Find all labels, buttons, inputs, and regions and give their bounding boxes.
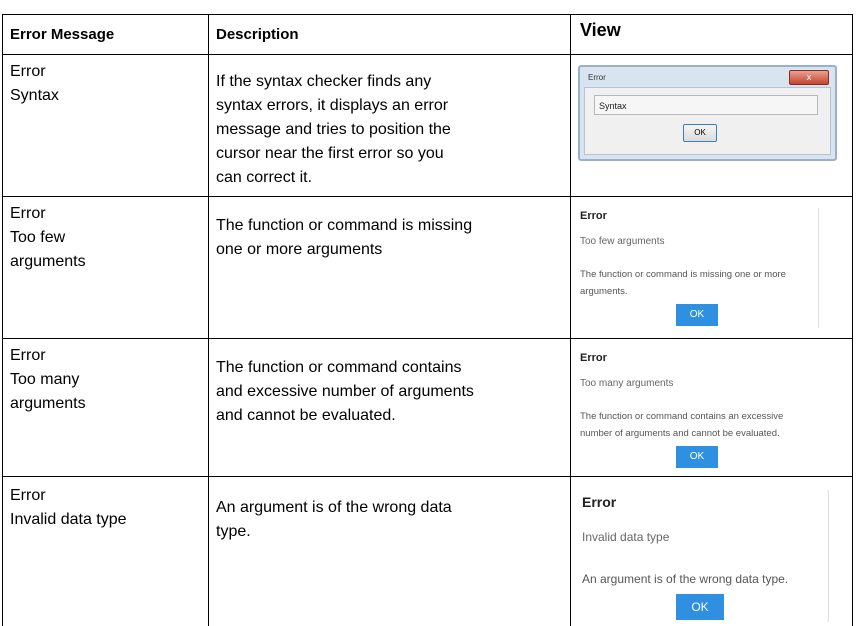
- row1-message-line1: Error: [10, 63, 46, 80]
- row-divider-3: [2, 476, 852, 477]
- dialog-text: The function or command is missing one o…: [580, 269, 786, 297]
- error-table: Error Message Description View Error Syn…: [0, 0, 856, 626]
- close-icon[interactable]: x: [789, 70, 829, 85]
- dialog-text: The function or command contains an exce…: [580, 411, 784, 439]
- row-divider-1: [2, 196, 852, 197]
- dialog-title: Error: [588, 73, 606, 82]
- dialog-message-field: Syntax: [594, 95, 818, 115]
- dialog-title: Error: [580, 352, 607, 364]
- too-many-arguments-dialog: Error Too many arguments The function or…: [578, 350, 818, 468]
- row4-description: An argument is of the wrong data type.: [216, 499, 452, 540]
- header-divider: [2, 54, 852, 55]
- header-description: Description: [216, 26, 299, 43]
- dialog-subtitle: Invalid data type: [582, 530, 670, 544]
- ok-button[interactable]: OK: [683, 124, 717, 142]
- dialog-subtitle: Too few arguments: [580, 236, 665, 247]
- header-error-message: Error Message: [10, 26, 115, 43]
- too-few-arguments-dialog: Error Too few arguments The function or …: [578, 208, 819, 328]
- ok-button[interactable]: OK: [676, 446, 718, 468]
- row4-message-line1: Error: [10, 487, 46, 504]
- dialog-subtitle: Too many arguments: [580, 378, 674, 389]
- dialog-text: An argument is of the wrong data type.: [582, 572, 789, 586]
- row2-message-line1: Error: [10, 205, 46, 222]
- row1-message-line2: Syntax: [10, 87, 59, 104]
- dialog-body: Syntax OK: [584, 87, 831, 155]
- ok-button[interactable]: OK: [676, 304, 718, 326]
- ok-button[interactable]: OK: [676, 594, 724, 620]
- row3-message-line2: Too many arguments: [10, 371, 86, 412]
- table-border-left: [2, 14, 3, 626]
- syntax-error-dialog: Error x Syntax OK: [578, 65, 837, 161]
- row3-message-line1: Error: [10, 347, 46, 364]
- row4-message-line2: Invalid data type: [10, 511, 127, 528]
- header-view: View: [580, 20, 621, 40]
- dialog-title: Error: [582, 494, 617, 510]
- row3-description: The function or command contains and exc…: [216, 359, 474, 424]
- table-divider-2: [570, 14, 571, 626]
- table-border-right: [852, 14, 853, 626]
- table-divider-1: [208, 14, 209, 626]
- row1-description: If the syntax checker finds any syntax e…: [216, 73, 451, 186]
- dialog-title: Error: [580, 210, 607, 222]
- row-divider-2: [2, 338, 852, 339]
- invalid-data-type-dialog: Error Invalid data type An argument is o…: [580, 490, 829, 622]
- row2-description: The function or command is missing one o…: [216, 217, 473, 258]
- table-border-top: [2, 14, 852, 15]
- row2-message-line2: Too few arguments: [10, 229, 86, 270]
